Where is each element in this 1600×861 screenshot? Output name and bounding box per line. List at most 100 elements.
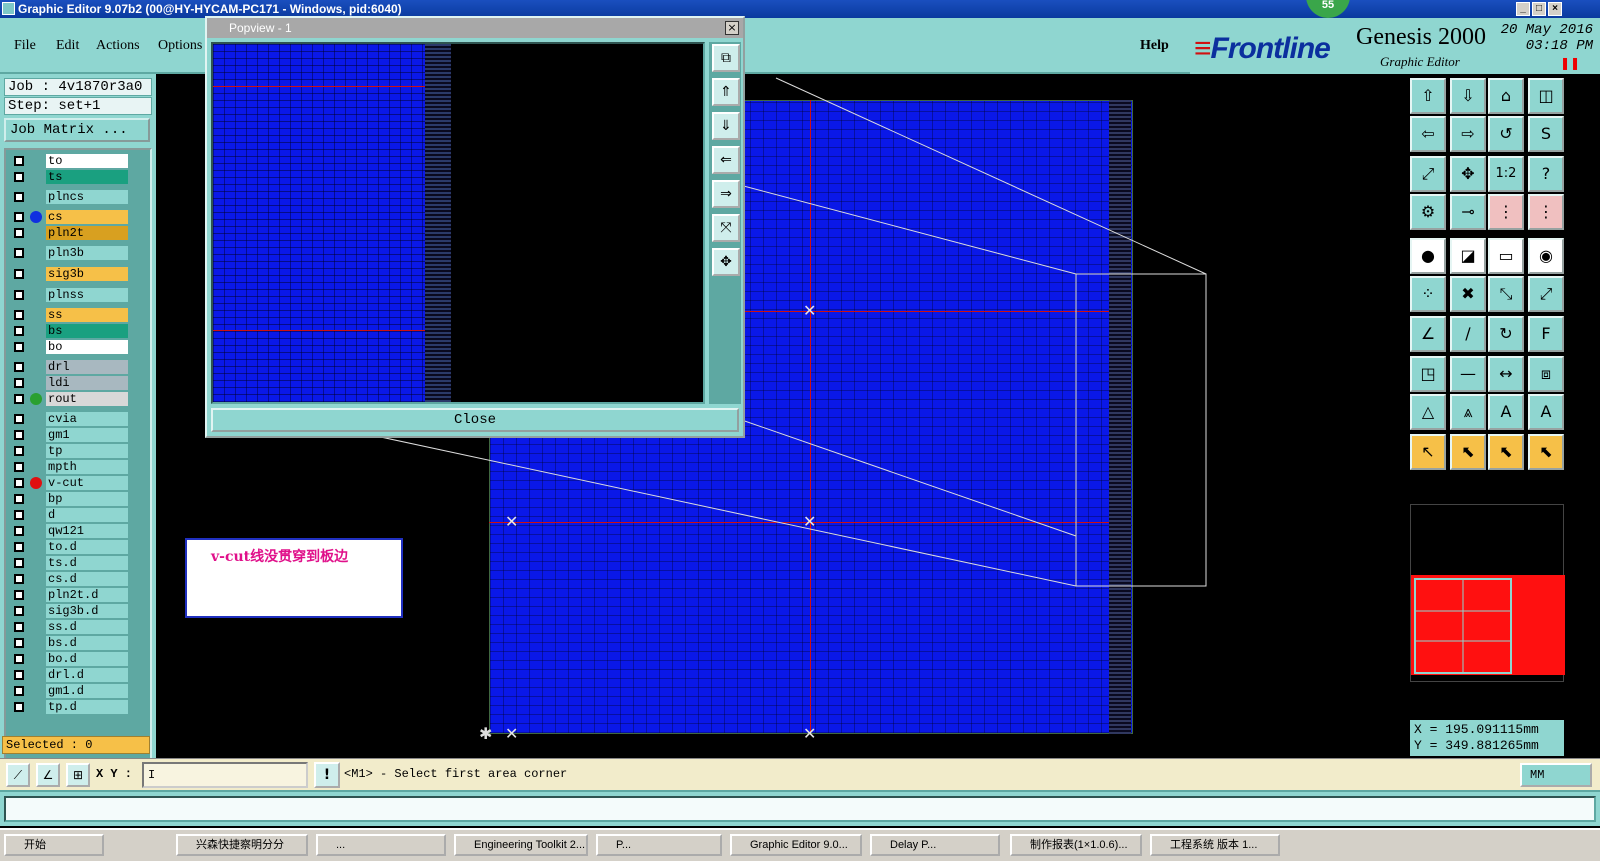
angle-snap-icon[interactable]: ∠	[36, 763, 60, 787]
layer-name[interactable]: cs.d	[46, 572, 128, 586]
layer-checkbox[interactable]	[14, 446, 24, 456]
layer-checkbox[interactable]	[14, 310, 24, 320]
layer-checkbox[interactable]	[14, 212, 24, 222]
layer-checkbox[interactable]	[14, 654, 24, 664]
layer-name[interactable]: ss	[46, 308, 128, 322]
settings-icon[interactable]: ⚙	[1410, 194, 1446, 230]
menu-actions[interactable]: Actions	[96, 38, 140, 54]
layer-name[interactable]: sig3b.d	[46, 604, 128, 618]
layer-row[interactable]: mpth	[10, 460, 128, 474]
layer-name[interactable]: cs	[46, 210, 128, 224]
layer-row[interactable]: to	[10, 154, 128, 168]
layer-name[interactable]: plnss	[46, 288, 128, 302]
layer-name[interactable]: tp.d	[46, 700, 128, 714]
layer-name[interactable]: bp	[46, 492, 128, 506]
layer-checkbox[interactable]	[14, 248, 24, 258]
layer-checkbox[interactable]	[14, 702, 24, 712]
taskbar-item[interactable]: 兴森快捷察明分分	[176, 834, 308, 856]
select-box-icon[interactable]: ⬉	[1450, 434, 1486, 470]
taskbar-item[interactable]: 制作报表(1×1.0.6)...	[1010, 834, 1142, 856]
pan-down-icon[interactable]: ⇓	[712, 112, 740, 140]
minimap[interactable]	[1410, 504, 1565, 682]
layer-checkbox[interactable]	[14, 430, 24, 440]
layer-name[interactable]: drl.d	[46, 668, 128, 682]
taskbar-item[interactable]: P...	[596, 834, 722, 856]
add-pad-icon[interactable]: ●	[1410, 238, 1446, 274]
layer-checkbox[interactable]	[14, 510, 24, 520]
popview-close-icon[interactable]: ×	[725, 21, 739, 35]
layer-row[interactable]: cs	[10, 210, 128, 224]
zoom-extent-icon[interactable]: ⤢	[1410, 156, 1446, 192]
redraw-icon[interactable]: S	[1528, 116, 1564, 152]
menu-file[interactable]: File	[14, 38, 36, 54]
layer-name[interactable]: gm1	[46, 428, 128, 442]
taskbar-item[interactable]: Delay P...	[870, 834, 1000, 856]
layer-row[interactable]: gm1.d	[10, 684, 128, 698]
layer-checkbox[interactable]	[14, 574, 24, 584]
layer-checkbox[interactable]	[14, 290, 24, 300]
layer-name[interactable]: pln3b	[46, 246, 128, 260]
zoom-center-icon[interactable]: ✥	[712, 248, 740, 276]
zoom-1-2-icon[interactable]: 1:2	[1488, 156, 1524, 192]
layer-checkbox[interactable]	[14, 526, 24, 536]
select-chain-icon[interactable]: ⬉	[1528, 434, 1564, 470]
layer-row[interactable]: pln2t	[10, 226, 128, 240]
home-icon[interactable]: ⌂	[1488, 78, 1524, 114]
select-net-icon[interactable]: ⬉	[1488, 434, 1524, 470]
layer-row[interactable]: plnss	[10, 288, 128, 302]
layer-row[interactable]: plncs	[10, 190, 128, 204]
menu-edit[interactable]: Edit	[56, 38, 79, 54]
pan-up-icon[interactable]: ⇧	[1410, 78, 1446, 114]
horizontal-line-icon[interactable]: —	[1450, 356, 1486, 392]
layer-name[interactable]: bs.d	[46, 636, 128, 650]
stretch-icon[interactable]: ⤢	[1528, 276, 1564, 312]
command-input[interactable]	[4, 796, 1596, 822]
rotate-icon[interactable]: ↻	[1488, 316, 1524, 352]
layer-name[interactable]: to.d	[46, 540, 128, 554]
layer-checkbox[interactable]	[14, 494, 24, 504]
layer-row[interactable]: qw121	[10, 524, 128, 538]
layer-checkbox[interactable]	[14, 558, 24, 568]
job-matrix-button[interactable]: Job Matrix ...	[4, 118, 150, 142]
taskbar-item[interactable]: Engineering Toolkit 2...	[454, 834, 588, 856]
layer-name[interactable]: mpth	[46, 460, 128, 474]
layer-row[interactable]: pln2t.d	[10, 588, 128, 602]
layer-row[interactable]: ss	[10, 308, 128, 322]
layer-checkbox[interactable]	[14, 670, 24, 680]
layer-row[interactable]: ldi	[10, 376, 128, 390]
net-connect-icon[interactable]: ⋮	[1528, 194, 1564, 230]
layer-checkbox[interactable]	[14, 622, 24, 632]
layer-row[interactable]: ts.d	[10, 556, 128, 570]
layer-name[interactable]: ldi	[46, 376, 128, 390]
layer-name[interactable]: v-cut	[46, 476, 128, 490]
snap-icon[interactable]: ⟋	[6, 763, 30, 787]
layer-name[interactable]: pln2t.d	[46, 588, 128, 602]
menu-help[interactable]: Help	[1140, 38, 1169, 54]
layer-row[interactable]: sig3b.d	[10, 604, 128, 618]
split-view-icon[interactable]: ◫	[1528, 78, 1564, 114]
add-line-icon[interactable]: ◪	[1450, 238, 1486, 274]
pan-right-icon[interactable]: ⇨	[1450, 116, 1486, 152]
mirror-icon[interactable]: F	[1528, 316, 1564, 352]
layer-row[interactable]: bs.d	[10, 636, 128, 650]
popview-close-button[interactable]: Close	[211, 408, 739, 432]
xy-input[interactable]: I	[142, 762, 308, 788]
layer-name[interactable]: ts	[46, 170, 128, 184]
layer-row[interactable]: to.d	[10, 540, 128, 554]
ruler-icon[interactable]: ▭	[1488, 238, 1524, 274]
layer-checkbox[interactable]	[14, 269, 24, 279]
layer-name[interactable]: bo.d	[46, 652, 128, 666]
alert-icon[interactable]: !	[314, 762, 340, 788]
layer-name[interactable]: ss.d	[46, 620, 128, 634]
taskbar-item[interactable]: ...	[316, 834, 446, 856]
grid-snap-icon[interactable]: ⊞	[66, 763, 90, 787]
layer-name[interactable]: rout	[46, 392, 128, 406]
layer-checkbox[interactable]	[14, 462, 24, 472]
pan-right-icon[interactable]: ⇒	[712, 180, 740, 208]
start-button[interactable]: 开始	[4, 834, 104, 856]
popview-viewport[interactable]	[211, 42, 705, 404]
zoom-window-icon[interactable]: ⧉	[712, 44, 740, 72]
measure-icon[interactable]: ⊸	[1450, 194, 1486, 230]
layer-row[interactable]: ts	[10, 170, 128, 184]
layer-name[interactable]: to	[46, 154, 128, 168]
